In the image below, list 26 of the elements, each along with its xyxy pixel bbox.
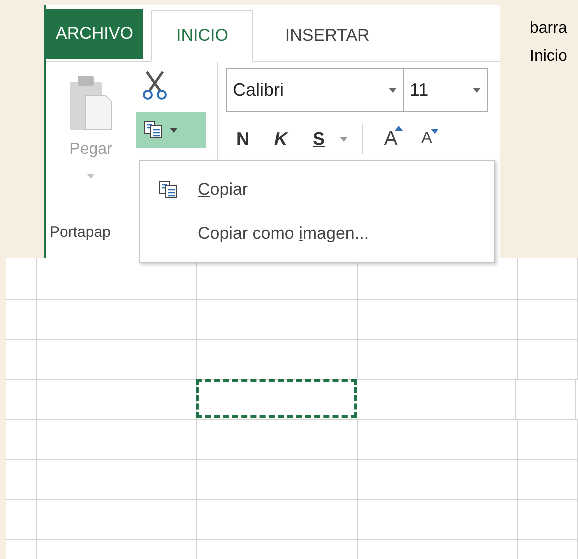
down-arrow-icon (431, 129, 439, 134)
italic-button[interactable]: K (264, 126, 298, 152)
menu-item[interactable]: Copiar (140, 174, 494, 204)
up-arrow-icon (395, 126, 403, 131)
underline-button[interactable]: S (302, 126, 336, 152)
shrink-font-button[interactable]: A (411, 127, 443, 151)
bold-button[interactable]: N (226, 126, 260, 152)
file-tab[interactable]: ARCHIVO (46, 9, 144, 59)
copy-icon (144, 121, 164, 139)
side-text: barra (530, 19, 568, 39)
clipboard-icon (68, 74, 114, 132)
caret-icon (473, 88, 481, 92)
copy-icon (159, 180, 179, 198)
ribbon-tab[interactable]: INICIO (151, 10, 254, 62)
font-name-field[interactable]: Calibri (226, 68, 404, 112)
font-size-field[interactable]: 11 (404, 68, 488, 112)
scissors-icon[interactable] (142, 70, 168, 100)
menu-item[interactable]: Copiar como imagen... (140, 218, 494, 248)
caret-icon (87, 174, 95, 179)
copy-button[interactable] (136, 112, 206, 148)
caret-icon (340, 136, 348, 142)
side-text: Inicio (530, 47, 568, 67)
ribbon-tab[interactable]: INSERTAR (261, 10, 394, 62)
caret-icon (170, 128, 178, 132)
grow-font-button[interactable]: A (375, 124, 407, 154)
caret-icon (389, 88, 397, 92)
